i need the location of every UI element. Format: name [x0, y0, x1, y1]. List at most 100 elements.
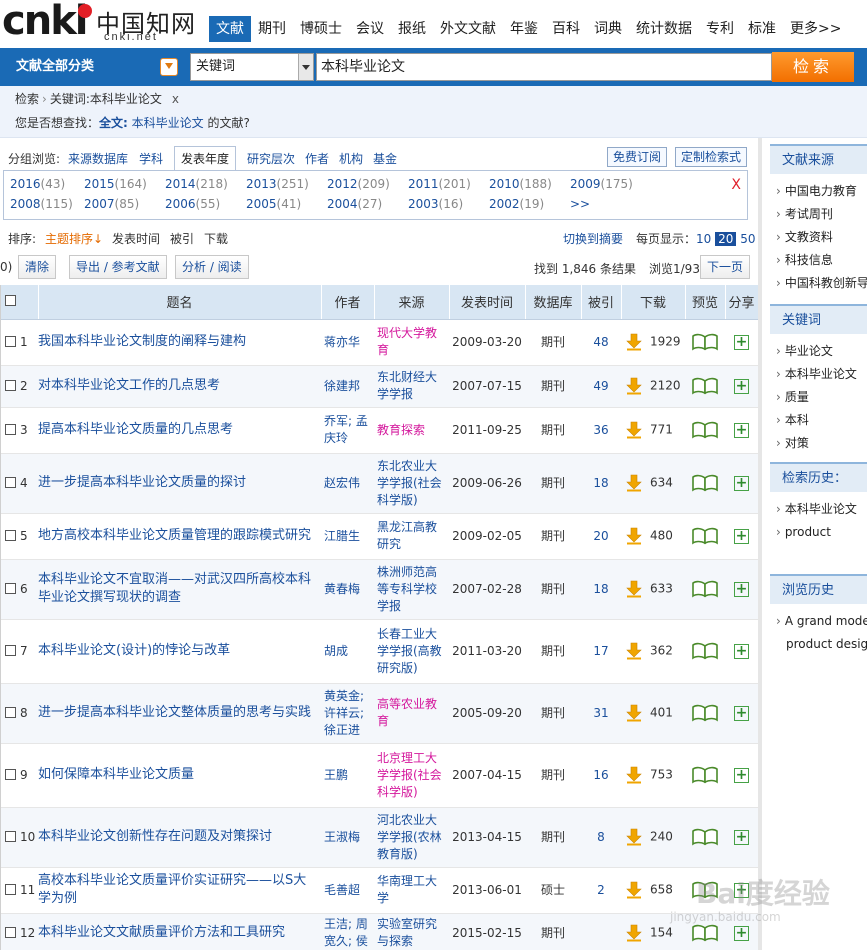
row-checkbox[interactable]	[5, 476, 16, 488]
result-download[interactable]: 2120	[621, 365, 685, 408]
result-download[interactable]: 362	[621, 619, 685, 684]
book-icon[interactable]	[692, 642, 718, 660]
result-preview[interactable]	[685, 913, 725, 950]
nav-tab[interactable]: 会议	[349, 16, 391, 42]
result-source[interactable]: 教育探索	[374, 407, 449, 454]
group-subject[interactable]: 学科	[139, 150, 163, 167]
source-item[interactable]: 文教资料	[770, 226, 867, 249]
result-cited-count[interactable]: 18	[581, 559, 621, 620]
result-download[interactable]: 658	[621, 867, 685, 914]
result-cited-count[interactable]: 48	[581, 319, 621, 366]
result-cited-count[interactable]: 36	[581, 407, 621, 454]
download-icon[interactable]	[626, 828, 642, 846]
search-button[interactable]: 检索	[772, 52, 854, 82]
book-icon[interactable]	[692, 704, 718, 722]
result-preview[interactable]	[685, 743, 725, 808]
year-filter-item[interactable]: 2005(41)	[246, 197, 301, 211]
row-checkbox[interactable]	[5, 335, 16, 347]
row-select[interactable]: 8	[1, 683, 38, 744]
result-download[interactable]: 771	[621, 407, 685, 454]
row-select[interactable]: 4	[1, 453, 38, 514]
book-icon[interactable]	[692, 333, 718, 351]
group-year[interactable]: 发表年度	[174, 146, 237, 170]
row-checkbox[interactable]	[5, 883, 16, 895]
result-preview[interactable]	[685, 683, 725, 744]
breadcrumb-home[interactable]: 检索	[15, 92, 39, 106]
history-item[interactable]: 本科毕业论文	[770, 498, 867, 521]
table-row[interactable]: 4 进一步提高本科毕业论文质量的探讨 赵宏伟 东北农业大学学报(社会科学版) 2009-…	[1, 453, 758, 514]
nav-tab[interactable]: 更多>>	[783, 16, 841, 42]
plus-icon[interactable]: +	[734, 882, 749, 898]
download-icon[interactable]	[626, 377, 642, 395]
result-cited-count[interactable]: 18	[581, 453, 621, 514]
search-input[interactable]: 本科毕业论文	[316, 53, 772, 81]
year-filter-item[interactable]: 2002(19)	[489, 197, 544, 211]
result-share[interactable]: +	[725, 683, 758, 744]
result-title-link[interactable]: 对本科毕业论文工作的几点思考	[38, 365, 321, 408]
result-author[interactable]: 蒋亦华	[321, 319, 374, 366]
result-author[interactable]: 胡成	[321, 619, 374, 684]
plus-icon[interactable]: +	[734, 475, 749, 491]
nav-tab[interactable]: 文献	[209, 16, 251, 42]
plus-icon[interactable]: +	[734, 528, 749, 544]
download-icon[interactable]	[626, 704, 642, 722]
result-author[interactable]: 黄春梅	[321, 559, 374, 620]
row-checkbox[interactable]	[5, 926, 16, 938]
next-page-button[interactable]: 下一页	[700, 255, 751, 279]
result-author[interactable]: 毛善超	[321, 867, 374, 914]
sort-relevance[interactable]: 主题排序↓	[45, 230, 103, 247]
result-source[interactable]: 株洲师范高等专科学校学报	[374, 559, 449, 620]
result-source[interactable]: 东北财经大学学报	[374, 365, 449, 408]
plus-icon[interactable]: +	[734, 334, 749, 350]
result-share[interactable]: +	[725, 743, 758, 808]
row-select[interactable]: 5	[1, 513, 38, 560]
close-icon[interactable]: X	[731, 177, 741, 193]
export-button[interactable]: 导出 / 参考文献	[69, 255, 167, 279]
plus-icon[interactable]: +	[734, 829, 749, 845]
result-cited-count[interactable]: 16	[581, 743, 621, 808]
field-select[interactable]: 关键词	[190, 53, 314, 81]
result-author[interactable]: 赵宏伟	[321, 453, 374, 514]
category-dropdown[interactable]: 文献全部分类	[6, 53, 182, 81]
result-preview[interactable]	[685, 807, 725, 868]
row-checkbox[interactable]	[5, 644, 16, 656]
plus-icon[interactable]: +	[734, 581, 749, 597]
result-share[interactable]: +	[725, 807, 758, 868]
result-source[interactable]: 河北农业大学学报(农林教育版)	[374, 807, 449, 868]
book-icon[interactable]	[692, 421, 718, 439]
book-icon[interactable]	[692, 527, 718, 545]
result-share[interactable]: +	[725, 913, 758, 950]
row-select[interactable]: 6	[1, 559, 38, 620]
history-item[interactable]: product	[770, 521, 867, 544]
row-checkbox[interactable]	[5, 582, 16, 594]
nav-tab[interactable]: 专利	[699, 16, 741, 42]
download-icon[interactable]	[626, 924, 642, 942]
result-cited-count[interactable]: 49	[581, 365, 621, 408]
sort-cited[interactable]: 被引	[170, 230, 194, 247]
plus-icon[interactable]: +	[734, 643, 749, 659]
row-select[interactable]: 1	[1, 319, 38, 366]
book-icon[interactable]	[692, 881, 718, 899]
result-download[interactable]: 154	[621, 913, 685, 950]
year-filter-item[interactable]: 2014(218)	[165, 177, 228, 191]
free-subscribe-button[interactable]: 免费订阅	[607, 147, 668, 167]
result-cited-count[interactable]: 17	[581, 619, 621, 684]
table-row[interactable]: 10 本科毕业论文创新性存在问题及对策探讨 王淑梅 河北农业大学学报(农林教育版) 20…	[1, 807, 758, 868]
result-source[interactable]: 华南理工大学	[374, 867, 449, 914]
nav-tab[interactable]: 报纸	[391, 16, 433, 42]
result-source[interactable]: 实验室研究与探索	[374, 913, 449, 950]
table-row[interactable]: 12 本科毕业论文文献质量评价方法和工具研究 王洁; 周宽久; 侯实验室研究与探索 2…	[1, 913, 758, 950]
plus-icon[interactable]: +	[734, 767, 749, 783]
year-filter-item[interactable]: >>	[570, 197, 590, 211]
suggest-term-link[interactable]: 本科毕业论文	[132, 116, 204, 130]
clear-button[interactable]: 清除	[18, 255, 57, 279]
download-icon[interactable]	[626, 421, 642, 439]
per-page-50[interactable]: 50	[740, 232, 755, 246]
result-share[interactable]: +	[725, 365, 758, 408]
result-title-link[interactable]: 本科毕业论文文献质量评价方法和工具研究	[38, 913, 321, 950]
group-level[interactable]: 研究层次	[247, 150, 295, 167]
header-author[interactable]: 作者	[321, 285, 375, 320]
result-source[interactable]: 现代大学教育	[374, 319, 449, 366]
keyword-item[interactable]: 毕业论文	[770, 340, 867, 363]
group-org[interactable]: 机构	[339, 150, 363, 167]
